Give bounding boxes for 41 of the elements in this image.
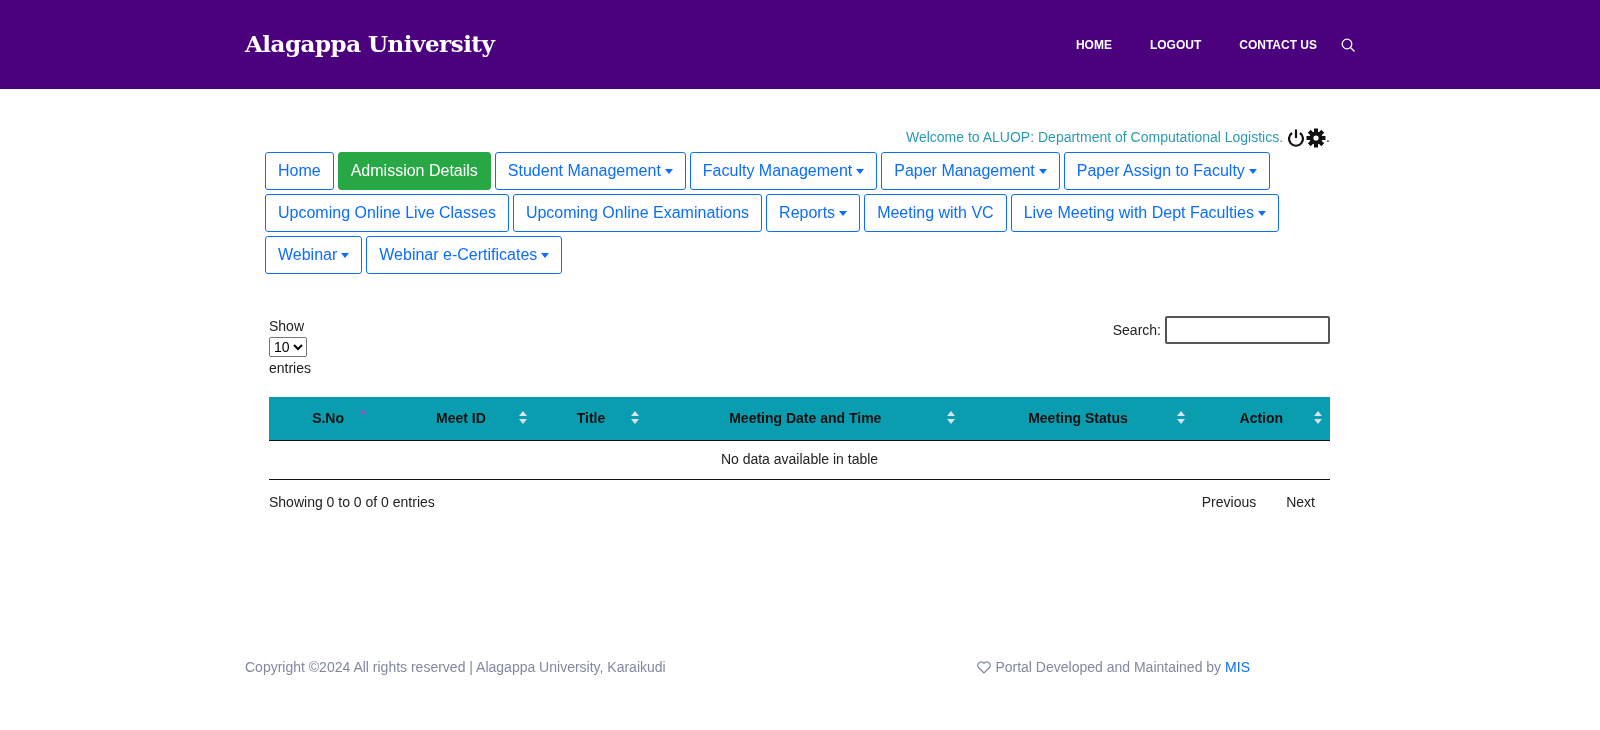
menu-button[interactable]: Upcoming Online Examinations bbox=[512, 194, 763, 232]
menu-button[interactable]: Webinar bbox=[265, 236, 363, 274]
nav-link[interactable]: LOGOUT bbox=[1149, 35, 1202, 54]
column-header[interactable]: Action bbox=[1192, 397, 1330, 440]
heart-icon bbox=[977, 660, 992, 674]
gear-icon[interactable] bbox=[1306, 127, 1327, 148]
search-label: Search: bbox=[1112, 320, 1161, 340]
nav-link[interactable]: CONTACT US bbox=[1239, 35, 1317, 54]
menu-button[interactable]: Faculty Management bbox=[689, 152, 878, 190]
pagination-link[interactable]: Next bbox=[1271, 487, 1330, 517]
entries-label: entries bbox=[269, 359, 312, 378]
column-header[interactable]: Meeting Status bbox=[963, 397, 1193, 440]
menu-button[interactable]: Live Meeting with Dept Faculties bbox=[1010, 194, 1279, 232]
menu-button[interactable]: Home bbox=[265, 152, 334, 190]
welcome-text: Welcome to ALUOP: Department of Computational Logistics. bbox=[905, 128, 1284, 147]
show-label: Show bbox=[269, 317, 306, 336]
menu-button[interactable]: Paper Assign to Faculty bbox=[1063, 152, 1270, 190]
welcome-suffix: . bbox=[1326, 128, 1330, 147]
table-info: Showing 0 to 0 of 0 entries bbox=[269, 492, 435, 512]
credit-link[interactable]: MIS bbox=[1225, 656, 1250, 678]
nav-link[interactable]: HOME bbox=[1075, 35, 1112, 54]
column-header[interactable]: Meet ID bbox=[387, 397, 535, 440]
pagination-link[interactable]: Previous bbox=[1186, 487, 1272, 517]
page-size-select[interactable]: 10 bbox=[269, 337, 307, 357]
menu-button[interactable]: Paper Management bbox=[881, 152, 1060, 190]
menu-button[interactable]: Webinar e-Certificates bbox=[366, 236, 563, 274]
menu-button[interactable]: Upcoming Online Live Classes bbox=[265, 194, 509, 232]
menu-button[interactable]: Student Management bbox=[494, 152, 686, 190]
search-icon[interactable] bbox=[1341, 37, 1355, 52]
empty-table-message: No data available in table bbox=[269, 440, 1330, 479]
menu-button[interactable]: Reports bbox=[766, 194, 861, 232]
menu-button[interactable]: Meeting with VC bbox=[864, 194, 1007, 232]
site-title: Alagappa University bbox=[245, 29, 495, 60]
copyright-text: Copyright ©2024 All rights reserved | Alagappa University, Karaikudi bbox=[245, 657, 666, 677]
credit-text: Portal Developed and Maintained by bbox=[995, 657, 1222, 677]
column-header[interactable]: Meeting Date and Time bbox=[647, 397, 964, 440]
menu-button[interactable]: Admission Details bbox=[337, 152, 491, 190]
column-header[interactable]: Title bbox=[534, 397, 648, 440]
column-header[interactable]: S.No bbox=[269, 397, 388, 440]
power-icon[interactable] bbox=[1286, 127, 1307, 148]
search-field[interactable] bbox=[1165, 316, 1330, 344]
